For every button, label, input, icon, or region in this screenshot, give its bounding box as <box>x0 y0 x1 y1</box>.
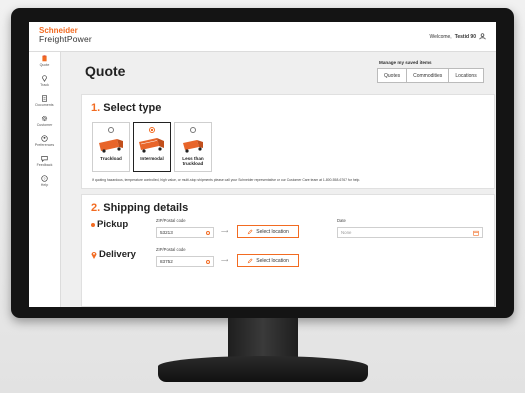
pencil-icon <box>248 257 253 263</box>
delivery-zip-input[interactable]: 83752 <box>156 256 214 267</box>
section-title-text: Select type <box>103 102 162 114</box>
type-option-ltl[interactable]: Less than truckload <box>174 122 212 172</box>
sidebar-item-label: Feedback <box>36 163 53 167</box>
saved-locations-button[interactable]: Locations <box>449 68 484 83</box>
section-number: 1. <box>91 102 101 114</box>
radio-button[interactable] <box>108 127 114 133</box>
saved-items-tabs: Quotes Commodities Locations <box>377 68 484 83</box>
pickup-select-location-button[interactable]: Select location <box>237 225 299 238</box>
document-icon <box>42 95 47 102</box>
type-label: Less than truckload <box>182 156 204 166</box>
user-circle-icon <box>41 135 48 142</box>
sidebar-item-preferences[interactable]: Preferences <box>29 135 60 152</box>
intermodal-truck-icon <box>139 138 164 153</box>
delivery-label-text: Delivery <box>99 249 136 260</box>
section-number: 2. <box>91 202 101 214</box>
type-option-truckload[interactable]: Truckload <box>92 122 130 172</box>
welcome-prefix: Welcome, <box>429 33 452 40</box>
brand-logo[interactable]: Schneider FreightPower <box>39 26 92 44</box>
saved-items-title: Manage my saved items <box>379 60 432 65</box>
section-title: 2. Shipping details <box>91 202 188 214</box>
pickup-label-text: Pickup <box>97 219 129 230</box>
truck-icon <box>99 139 123 153</box>
sidebar: Quote Track Documents Customer Preferenc… <box>29 52 61 307</box>
radio-button[interactable] <box>190 127 196 133</box>
sidebar-item-label: Documents <box>35 103 54 107</box>
disclaimer-text: If quoting hazardous, temperature contro… <box>92 178 361 182</box>
screen: Schneider FreightPower Welcome, Testid 9… <box>29 22 496 307</box>
sidebar-item-help[interactable]: ? Help <box>29 175 60 192</box>
sidebar-item-label: Preferences <box>34 143 55 147</box>
sidebar-item-label: Customer <box>36 123 53 127</box>
shipping-details-card: 2. Shipping details Pickup ZIP/Postal co… <box>81 194 495 307</box>
delivery-zip-value: 83752 <box>160 259 173 264</box>
chat-icon <box>41 156 48 162</box>
arrow-icon: ⟶ <box>221 229 229 235</box>
brand-line2: FreightPower <box>39 34 92 44</box>
sidebar-item-label: Quote <box>39 63 50 67</box>
pickup-dot-icon <box>91 222 95 227</box>
sidebar-item-customer[interactable]: Customer <box>29 115 60 132</box>
gear-icon <box>41 115 48 122</box>
monitor-stand-base <box>158 356 368 382</box>
pickup-zip-input[interactable]: 53213 <box>156 227 214 238</box>
date-input[interactable]: None <box>337 227 483 238</box>
welcome-user: Testid 90 <box>454 33 476 40</box>
sidebar-item-label: Help <box>40 183 49 187</box>
page-title: Quote <box>85 63 126 79</box>
pickup-zip-value: 53213 <box>160 230 173 235</box>
date-placeholder: None <box>341 230 352 235</box>
pickup-label: Pickup <box>91 219 128 230</box>
calendar-icon[interactable] <box>473 230 479 236</box>
saved-commodities-button[interactable]: Commodities <box>407 68 450 83</box>
radio-button-selected[interactable] <box>149 127 155 133</box>
saved-quotes-button[interactable]: Quotes <box>377 68 408 83</box>
main-content: Quote Manage my saved items Quotes Commo… <box>61 52 496 307</box>
arrow-icon: ⟶ <box>221 258 229 264</box>
sidebar-item-documents[interactable]: Documents <box>29 95 60 112</box>
date-label: Date <box>337 218 346 223</box>
monitor-frame: Schneider FreightPower Welcome, Testid 9… <box>11 8 514 318</box>
sidebar-item-track[interactable]: Track <box>29 75 60 92</box>
type-options: Truckload Intermodal Less than truckload <box>92 122 212 172</box>
section-title: 1. Select type <box>91 102 161 114</box>
welcome-area[interactable]: Welcome, Testid 90 <box>430 33 486 40</box>
sidebar-item-feedback[interactable]: Feedback <box>29 155 60 172</box>
pickup-zip-label: ZIP/Postal code <box>156 218 186 223</box>
location-pin-icon <box>91 251 97 259</box>
pencil-icon <box>248 228 253 234</box>
type-label: Intermodal <box>140 156 164 161</box>
clipboard-icon <box>42 55 47 62</box>
svg-text:?: ? <box>44 177 46 181</box>
app-header: Schneider FreightPower Welcome, Testid 9… <box>29 22 496 52</box>
user-icon[interactable] <box>479 33 486 40</box>
locate-icon <box>206 260 210 264</box>
delivery-label: Delivery <box>91 249 136 260</box>
locate-icon <box>206 231 210 235</box>
section-title-text: Shipping details <box>103 202 189 214</box>
select-location-label: Select location <box>256 257 289 264</box>
sidebar-item-label: Track <box>40 83 49 87</box>
monitor-stand-neck <box>228 318 298 360</box>
sidebar-item-quote[interactable]: Quote <box>29 55 60 72</box>
select-location-label: Select location <box>256 228 289 235</box>
select-type-card: 1. Select type Truckload Intermodal Less… <box>81 94 495 189</box>
delivery-zip-label: ZIP/Postal code <box>156 247 186 252</box>
delivery-select-location-button[interactable]: Select location <box>237 254 299 267</box>
ltl-truck-icon <box>183 140 203 153</box>
map-pin-icon <box>42 75 47 82</box>
type-option-intermodal[interactable]: Intermodal <box>133 122 171 172</box>
type-label: Truckload <box>100 156 122 161</box>
question-icon: ? <box>41 175 48 182</box>
